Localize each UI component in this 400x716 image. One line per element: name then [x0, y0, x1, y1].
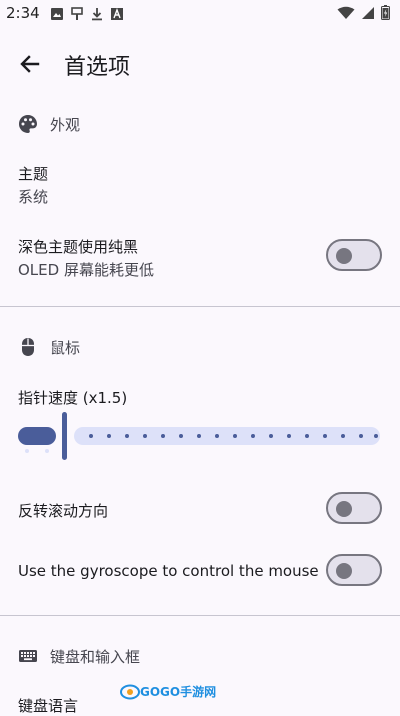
section-header-keyboard: 键盘和输入框: [18, 644, 140, 668]
slider-tick: [89, 434, 93, 438]
slider-tick: [161, 434, 165, 438]
section-header-mouse: 鼠标: [18, 335, 80, 359]
switch-thumb: [336, 248, 352, 264]
download-icon: [90, 6, 104, 21]
slider-tick: [233, 434, 237, 438]
slider-tick: [305, 434, 309, 438]
slider-tick: [179, 434, 183, 438]
notification-icons: [50, 6, 124, 21]
switch-thumb: [336, 563, 352, 579]
pref-dark-black-title: 深色主题使用纯黑: [18, 238, 139, 256]
section-header-label: 鼠标: [50, 338, 81, 357]
image-icon: [50, 6, 64, 20]
watermark-text: GOGO手游网: [140, 685, 217, 699]
slider-active-track: [18, 427, 56, 453]
battery-icon: [381, 5, 390, 24]
slider-tick: [359, 434, 363, 438]
section-header-label: 外观: [50, 115, 81, 134]
signal-icon: [361, 5, 375, 24]
wifi-icon: [337, 5, 355, 24]
slider-tick: [125, 434, 129, 438]
slider-tick: [143, 434, 147, 438]
slider-tick: [269, 434, 273, 438]
slider-tick: [341, 434, 345, 438]
divider: [0, 306, 400, 307]
usb-icon: [70, 6, 84, 20]
pointer-speed-title: 指针速度 (x1.5): [18, 389, 128, 407]
slider-tick: [197, 434, 201, 438]
section-header-label: 键盘和输入框: [50, 647, 141, 666]
pref-gyroscope-title: Use the gyroscope to control the mouse: [18, 562, 319, 580]
pref-reverse-scroll-title: 反转滚动方向: [18, 502, 109, 520]
divider: [0, 615, 400, 616]
reverse-scroll-switch[interactable]: [326, 492, 382, 524]
slider-tick: [215, 434, 219, 438]
keyboard-icon: [18, 646, 38, 666]
status-bar: 2:34: [0, 0, 400, 28]
dark-black-switch[interactable]: [326, 239, 382, 271]
pref-theme-value: 系统: [18, 188, 49, 206]
slider-inactive-track: [74, 427, 380, 445]
status-time: 2:34: [6, 4, 40, 22]
slider-tick: [374, 434, 378, 438]
app-bar: 首选项: [0, 40, 400, 88]
pref-theme-title: 主题: [18, 165, 49, 183]
pointer-speed-slider[interactable]: [18, 412, 382, 462]
page-title: 首选项: [64, 55, 131, 80]
gyroscope-switch[interactable]: [326, 554, 382, 586]
slider-tick: [251, 434, 255, 438]
watermark: GOGO手游网: [120, 683, 216, 700]
palette-icon: [18, 114, 38, 134]
pref-keyboard-language-title: 键盘语言: [18, 697, 79, 715]
switch-thumb: [336, 501, 352, 517]
slider-tick: [107, 434, 111, 438]
back-button[interactable]: [14, 48, 46, 80]
mouse-icon: [18, 337, 38, 357]
section-header-appearance: 外观: [18, 112, 80, 136]
slider-tick: [25, 449, 29, 453]
slider-thumb[interactable]: [62, 412, 67, 460]
arrow-back-icon: [20, 55, 40, 73]
pref-dark-black-summary: OLED 屏幕能耗更低: [18, 261, 154, 279]
slider-tick: [287, 434, 291, 438]
watermark-logo-icon: [120, 684, 140, 699]
font-icon: [110, 6, 124, 20]
slider-tick: [323, 434, 327, 438]
system-icons: [337, 5, 390, 24]
slider-tick: [45, 449, 49, 453]
